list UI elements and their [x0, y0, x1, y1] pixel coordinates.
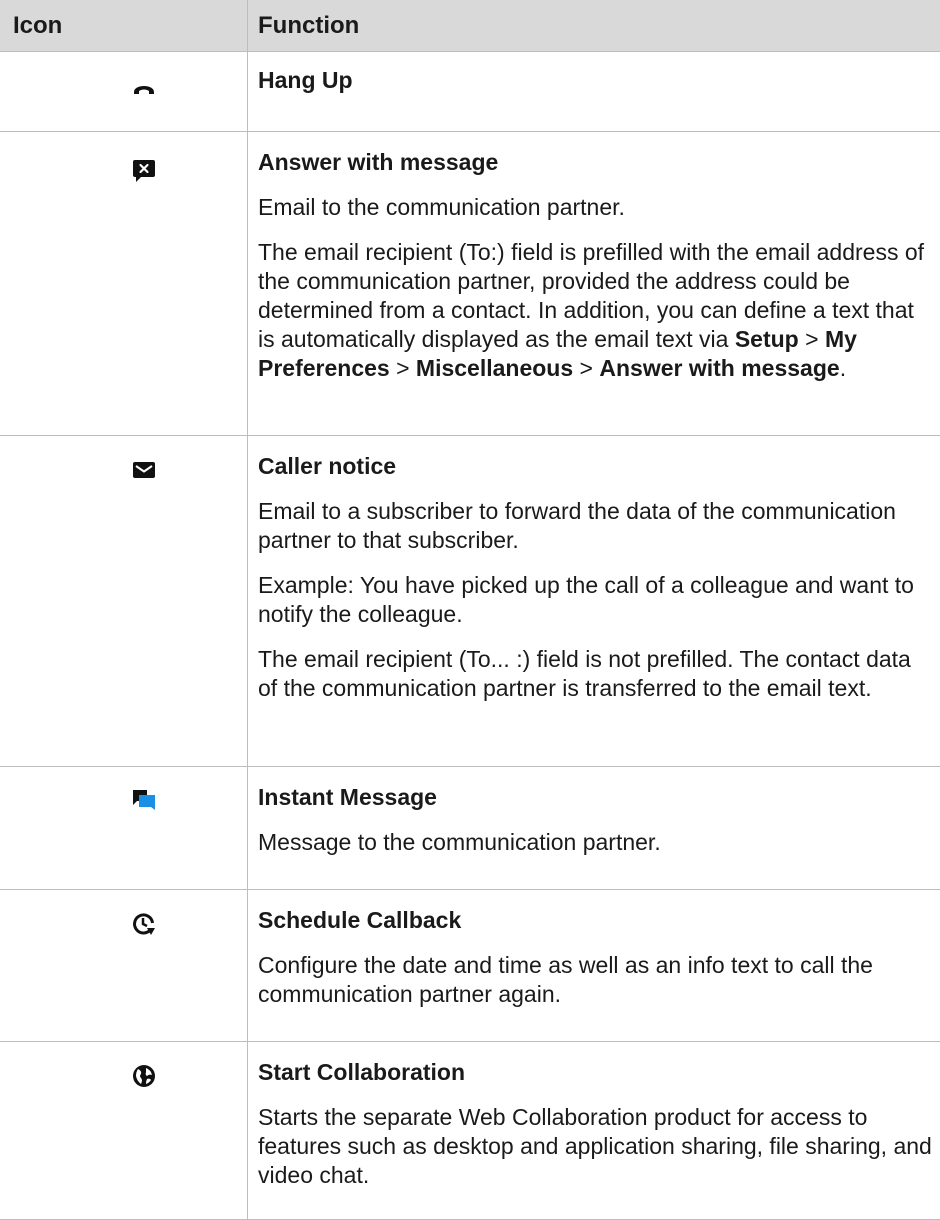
function-table: Icon Function Hang Up Answer with messag…: [0, 0, 940, 1220]
row-title: Instant Message: [258, 784, 437, 810]
row-title: Caller notice: [258, 453, 397, 479]
table-row: Answer with message Email to the communi…: [0, 132, 940, 436]
setup-link-text: Setup: [734, 326, 799, 352]
row-title: Answer with message: [258, 149, 499, 175]
instant-message-icon: [132, 788, 156, 812]
row-text: The email recipient (To:) field is prefi…: [258, 239, 925, 381]
table-row: Start Collaboration Starts the separate …: [0, 1042, 940, 1220]
function-column-header: Function: [258, 12, 360, 39]
table-row: Hang Up: [0, 52, 940, 132]
row-text: Starts the separate Web Collaboration pr…: [258, 1104, 932, 1188]
row-text: Message to the communication partner.: [258, 829, 661, 855]
collaboration-globe-icon: [132, 1064, 156, 1088]
answer-with-message-text: Answer with message: [599, 355, 840, 381]
icon-column-header: Icon: [0, 0, 248, 51]
table-row: Schedule Callback Configure the date and…: [0, 890, 940, 1042]
miscellaneous-text: Miscellaneous: [415, 355, 574, 381]
row-text: Configure the date and time as well as a…: [258, 952, 873, 1007]
table-header: Icon Function: [0, 0, 940, 52]
row-title: Schedule Callback: [258, 907, 462, 933]
table-row: Caller notice Email to a subscriber to f…: [0, 436, 940, 767]
row-text: The email recipient (To... :) field is n…: [258, 646, 911, 701]
envelope-icon: [132, 458, 156, 482]
row-title: Hang Up: [258, 67, 353, 93]
row-text: Email to a subscriber to forward the dat…: [258, 498, 896, 553]
row-title: Start Collaboration: [258, 1059, 466, 1085]
hang-up-icon: [132, 78, 156, 102]
answer-with-message-icon: [132, 158, 156, 182]
table-row: Instant Message Message to the communica…: [0, 767, 940, 890]
row-text: Example: You have picked up the call of …: [258, 572, 914, 627]
schedule-callback-icon: [132, 912, 156, 936]
row-text: Email to the communication partner.: [258, 194, 625, 220]
